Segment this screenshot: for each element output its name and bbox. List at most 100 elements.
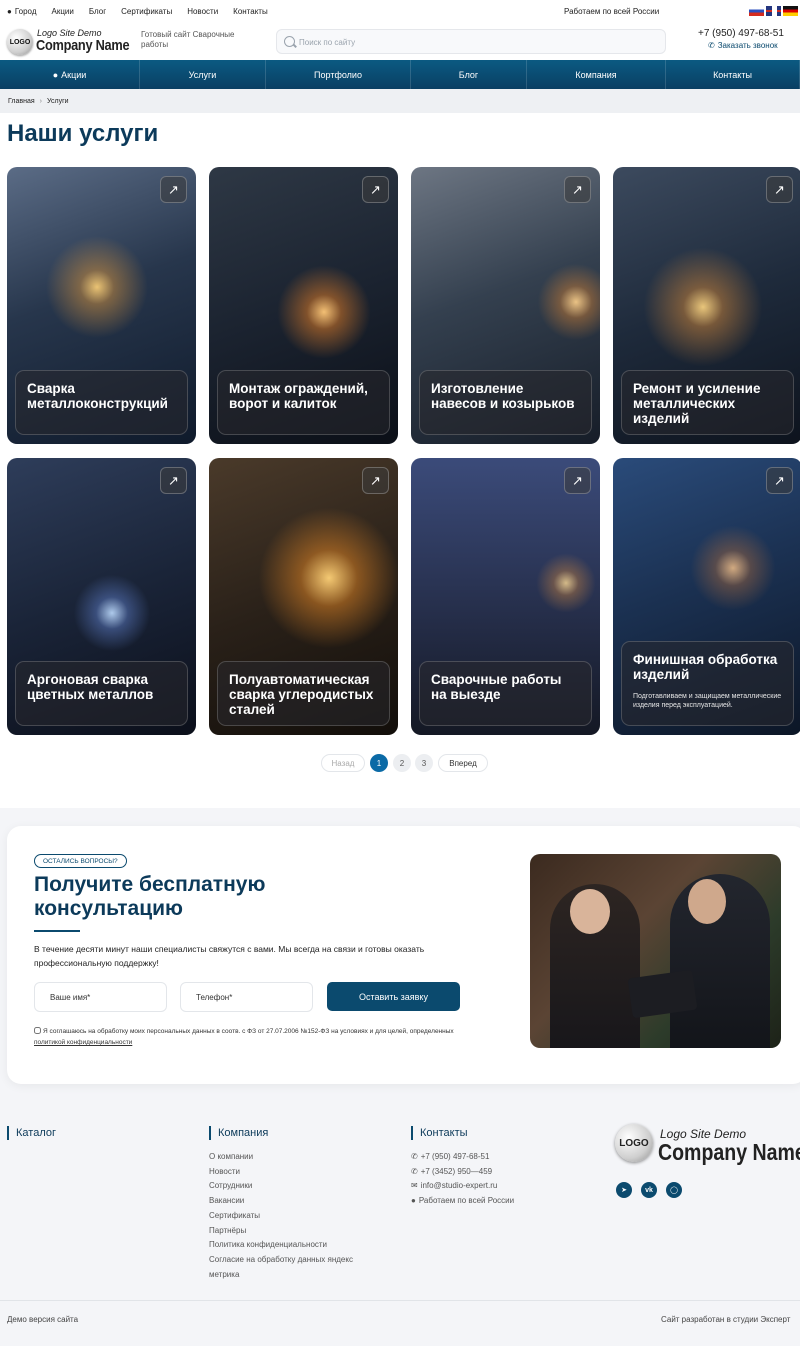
- top-bar: ● Город Акции Блог Сертификаты Новости Ко…: [0, 0, 800, 24]
- footer-contact: ● Работаем по всей России: [411, 1194, 601, 1209]
- footer-contact[interactable]: ✉ info@studio-expert.ru: [411, 1179, 601, 1194]
- telegram-icon[interactable]: ➤: [616, 1182, 632, 1198]
- footer-link[interactable]: Вакансии: [209, 1194, 379, 1209]
- service-card-caption: Финишная обработка изделий Подготавливае…: [621, 641, 794, 726]
- top-links: ● Город Акции Блог Сертификаты Новости Ко…: [7, 7, 268, 16]
- nav-item-blog[interactable]: Блог: [411, 60, 527, 89]
- logo-company-name[interactable]: Company Name: [36, 37, 130, 54]
- service-card-caption: Полуавтоматическая сварка углеродистых с…: [217, 661, 390, 726]
- breadcrumb-home[interactable]: Главная: [8, 98, 35, 105]
- nav-item-portfolio[interactable]: Портфолио: [266, 60, 411, 89]
- language-switcher: [749, 6, 798, 16]
- service-card-caption: Ремонт и усиление металлических изделий: [621, 370, 794, 435]
- nav-item-services[interactable]: Услуги: [140, 60, 266, 89]
- callback-button[interactable]: ✆ Заказать звонок: [708, 41, 778, 50]
- footer-contact[interactable]: ✆ +7 (3452) 950—459: [411, 1165, 601, 1180]
- pagination-prev[interactable]: Назад: [321, 754, 365, 772]
- service-card-caption: Сварочные работы на выезде: [419, 661, 592, 726]
- arrow-up-right-icon[interactable]: ↗: [766, 467, 793, 494]
- service-name: Сварка металлоконструкций: [27, 381, 168, 411]
- arrow-up-right-icon[interactable]: ↗: [564, 467, 591, 494]
- search-icon[interactable]: [284, 36, 295, 47]
- nav-item-promo[interactable]: ● Акции: [0, 60, 140, 89]
- promo-link[interactable]: Акции: [51, 7, 73, 16]
- nav-item-company[interactable]: Компания: [527, 60, 666, 89]
- arrow-up-right-icon[interactable]: ↗: [160, 467, 187, 494]
- pagination-next[interactable]: Вперед: [438, 754, 488, 772]
- location-icon: ●: [7, 7, 12, 16]
- service-card[interactable]: ↗ Монтаж ограждений, ворот и калиток: [209, 167, 398, 444]
- header: LOGO Logo Site Demo Company Name Готовый…: [0, 24, 800, 60]
- service-card[interactable]: ↗ Сварка металлоконструкций: [7, 167, 196, 444]
- service-name: Полуавтоматическая сварка углеродистых с…: [229, 672, 374, 717]
- submit-button[interactable]: Оставить заявку: [327, 982, 460, 1011]
- service-card[interactable]: ↗ Ремонт и усиление металлических издели…: [613, 167, 800, 444]
- phone-field[interactable]: [180, 982, 313, 1012]
- footer-company-links: О компании Новости Сотрудники Вакансии С…: [209, 1150, 379, 1282]
- location-icon: ●: [411, 1196, 416, 1206]
- pagination-page[interactable]: 3: [415, 754, 433, 772]
- header-phone[interactable]: +7 (950) 497-68-51: [698, 28, 784, 39]
- contacts-link[interactable]: Контакты: [233, 7, 268, 16]
- footer-logo-company-name[interactable]: Company Name: [658, 1139, 800, 1166]
- service-card[interactable]: ↗ Изготовление навесов и козырьков: [411, 167, 600, 444]
- service-name: Аргоновая сварка цветных металлов: [27, 672, 154, 702]
- arrow-up-right-icon[interactable]: ↗: [564, 176, 591, 203]
- service-card-caption: Монтаж ограждений, ворот и калиток: [217, 370, 390, 435]
- breadcrumb-separator-icon: ›: [39, 97, 42, 105]
- region-text: Работаем по всей России: [564, 7, 660, 16]
- search-input[interactable]: [299, 33, 659, 51]
- footer-logo-badge[interactable]: LOGO: [615, 1124, 653, 1162]
- service-name: Ремонт и усиление металлических изделий: [633, 381, 761, 426]
- footer-contacts-title: Контакты: [411, 1126, 468, 1140]
- consent-text: Я соглашаюсь на обработку моих персональ…: [34, 1027, 454, 1046]
- footer-link[interactable]: Партнёры: [209, 1224, 379, 1239]
- service-card[interactable]: ↗ Финишная обработка изделий Подготавлив…: [613, 458, 800, 735]
- blog-link[interactable]: Блог: [89, 7, 106, 16]
- vk-icon[interactable]: vk: [641, 1182, 657, 1198]
- service-card[interactable]: ↗ Сварочные работы на выезде: [411, 458, 600, 735]
- news-link[interactable]: Новости: [187, 7, 218, 16]
- service-card[interactable]: ↗ Полуавтоматическая сварка углеродистых…: [209, 458, 398, 735]
- logo-badge[interactable]: LOGO: [7, 29, 33, 55]
- consent-checkbox[interactable]: [34, 1027, 41, 1034]
- breadcrumb: Главная › Услуги: [0, 89, 800, 113]
- footer-link[interactable]: О компании: [209, 1150, 379, 1165]
- phone-icon: ✆: [411, 1152, 418, 1161]
- pagination-page[interactable]: 2: [393, 754, 411, 772]
- flag-uk-icon[interactable]: [766, 6, 781, 16]
- phone-icon: ✆: [708, 41, 715, 50]
- footer-catalog-title: Каталог: [7, 1126, 56, 1140]
- name-field[interactable]: [34, 982, 167, 1012]
- footer-link[interactable]: Сотрудники: [209, 1179, 379, 1194]
- chat-icon[interactable]: ◯: [666, 1182, 682, 1198]
- footer-contact[interactable]: ✆ +7 (950) 497-68-51: [411, 1150, 601, 1165]
- service-name: Монтаж ограждений, ворот и калиток: [229, 381, 368, 411]
- footer-link[interactable]: Новости: [209, 1165, 379, 1180]
- service-card[interactable]: ↗ Аргоновая сварка цветных металлов: [7, 458, 196, 735]
- city-link[interactable]: ● Город: [7, 7, 36, 16]
- certificates-link[interactable]: Сертификаты: [121, 7, 172, 16]
- demo-version-text: Демо версия сайта: [7, 1315, 79, 1324]
- mail-icon: ✉: [411, 1181, 418, 1191]
- arrow-up-right-icon[interactable]: ↗: [362, 467, 389, 494]
- privacy-policy-link[interactable]: политикой конфиденциальности: [34, 1039, 132, 1046]
- arrow-up-right-icon[interactable]: ↗: [362, 176, 389, 203]
- flag-de-icon[interactable]: [783, 6, 798, 16]
- service-card-caption: Аргоновая сварка цветных металлов: [15, 661, 188, 726]
- footer-link[interactable]: Согласие на обработку данных яндекс метр…: [209, 1253, 379, 1282]
- consultation-title: Получите бесплатную консультацию: [34, 873, 266, 920]
- footer-divider: [0, 1300, 800, 1301]
- footer-company-title: Компания: [209, 1126, 268, 1140]
- footer-link[interactable]: Сертификаты: [209, 1209, 379, 1224]
- footer-link[interactable]: Политика конфиденциальности: [209, 1238, 379, 1253]
- pagination-page[interactable]: 1: [370, 754, 388, 772]
- arrow-up-right-icon[interactable]: ↗: [160, 176, 187, 203]
- phone-icon: ✆: [411, 1166, 418, 1176]
- nav-item-contacts[interactable]: Контакты: [666, 60, 800, 89]
- arrow-up-right-icon[interactable]: ↗: [766, 176, 793, 203]
- service-description: Подготавливаем и защищаем металлические …: [633, 693, 782, 709]
- flag-ru-icon[interactable]: [749, 6, 764, 16]
- developer-credit-link[interactable]: Сайт разработан в студии Эксперт: [661, 1315, 790, 1324]
- site-tagline: Готовый сайт Сварочные работы: [141, 30, 235, 49]
